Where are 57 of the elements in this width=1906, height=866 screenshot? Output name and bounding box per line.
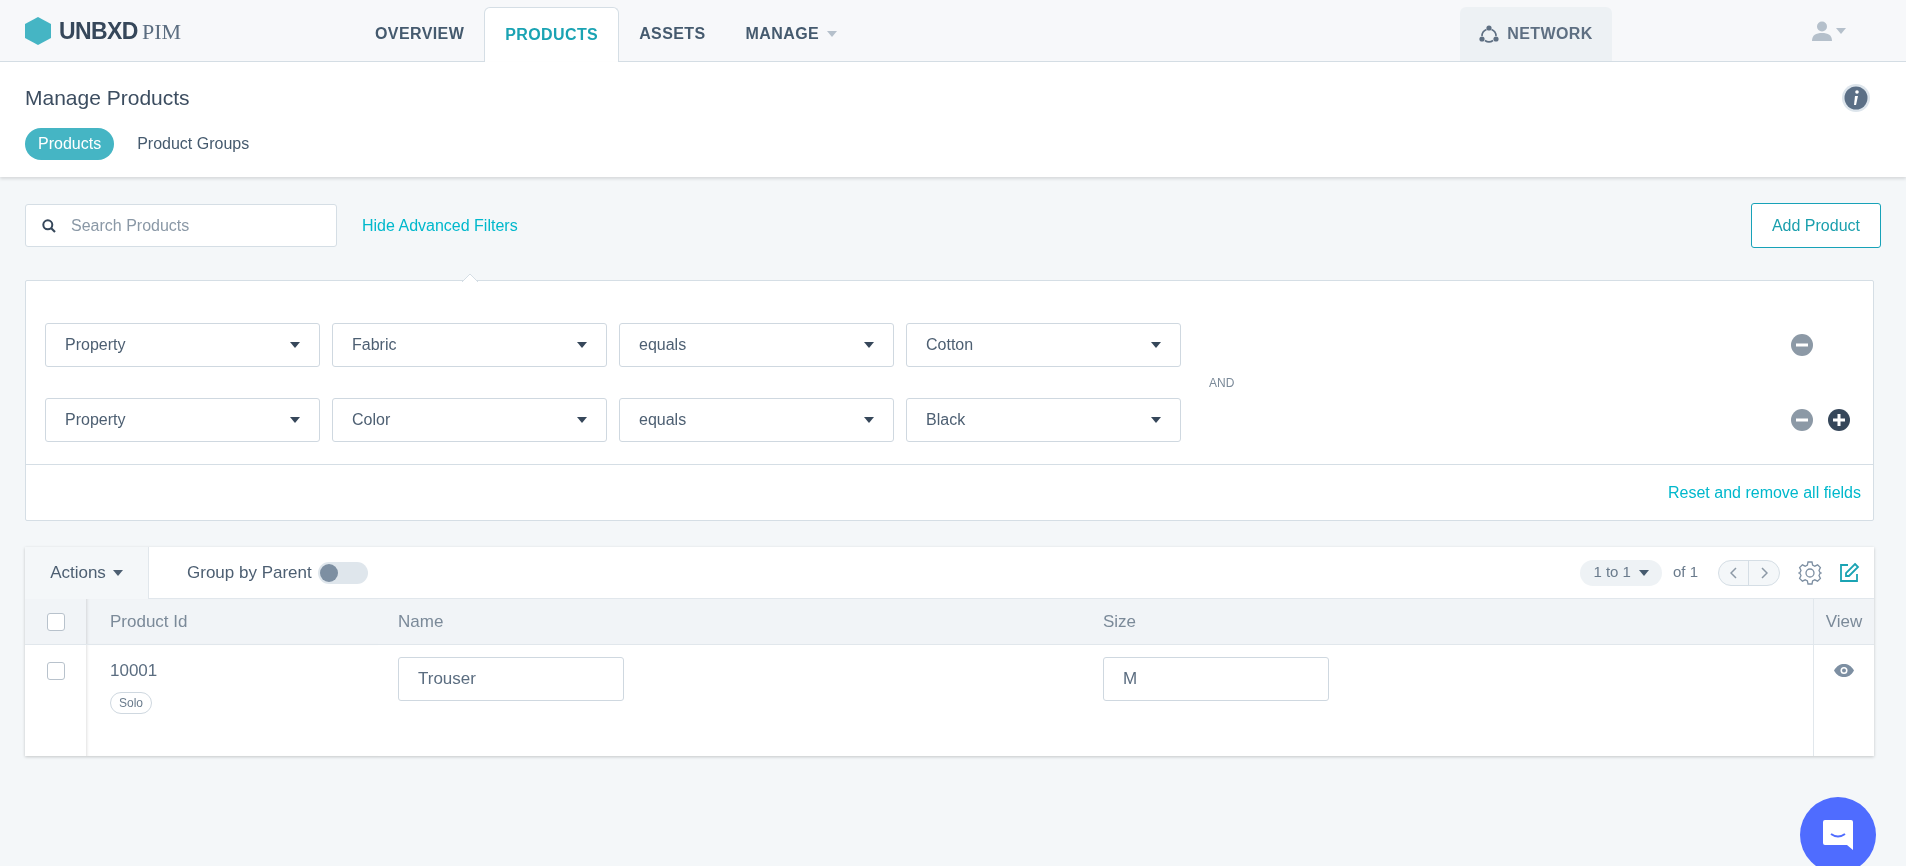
logo-text: UNBXD xyxy=(59,16,138,46)
chevron-left-icon xyxy=(1729,566,1738,579)
filter-select[interactable]: Color xyxy=(332,398,607,442)
filter-select[interactable]: Property xyxy=(45,398,320,442)
actions-dropdown[interactable]: Actions xyxy=(25,546,149,599)
filter-select[interactable]: Property xyxy=(45,323,320,367)
hexagon-logo-icon xyxy=(25,17,51,45)
eye-icon[interactable] xyxy=(1834,664,1854,677)
group-by-parent-label: Group by Parent xyxy=(187,561,312,584)
column-header: Size xyxy=(1103,610,1137,633)
search-icon xyxy=(42,219,56,233)
page-range-dropdown[interactable]: 1 to 1 xyxy=(1580,559,1662,586)
caret-icon xyxy=(290,342,300,348)
caret-icon xyxy=(1836,28,1846,34)
info-icon[interactable] xyxy=(1841,82,1871,113)
caret-icon xyxy=(864,417,874,423)
remove-icon[interactable] xyxy=(1791,409,1813,431)
network-icon xyxy=(1479,25,1500,43)
checkbox[interactable] xyxy=(46,662,65,680)
edit-icon[interactable] xyxy=(1838,561,1860,584)
caret-icon xyxy=(290,417,300,423)
network-tab[interactable]: NETWORK xyxy=(1460,7,1612,61)
checkbox[interactable] xyxy=(46,612,65,631)
page-total: of 1 xyxy=(1672,562,1698,583)
add-icon[interactable] xyxy=(1828,409,1850,431)
caret-icon xyxy=(864,342,874,348)
caret-icon xyxy=(577,417,587,423)
nav-tab[interactable]: OVERVIEW xyxy=(355,7,485,61)
chat-icon xyxy=(1821,818,1855,852)
column-header: View xyxy=(1825,610,1863,633)
filter-select[interactable]: Fabric xyxy=(332,323,607,367)
size-field[interactable]: M xyxy=(1103,657,1329,701)
group-by-parent-toggle[interactable] xyxy=(317,561,368,584)
user-icon xyxy=(1812,21,1832,41)
column-header: Name xyxy=(398,610,444,633)
caret-icon xyxy=(1151,342,1161,348)
product-id: 10001 xyxy=(110,660,158,682)
settings-icon[interactable] xyxy=(1798,560,1822,585)
page-title: Manage Products xyxy=(25,85,190,111)
filter-select[interactable]: Black xyxy=(906,398,1181,442)
filter-select[interactable]: equals xyxy=(619,323,894,367)
name-field[interactable]: Trouser xyxy=(398,657,624,701)
caret-icon xyxy=(1151,417,1161,423)
remove-icon[interactable] xyxy=(1791,334,1813,356)
filter-select[interactable]: Cotton xyxy=(906,323,1181,367)
chevron-right-icon xyxy=(1760,566,1768,579)
caret-icon xyxy=(577,342,587,348)
search-field[interactable]: Search Products xyxy=(25,204,337,247)
nav-tab[interactable]: ASSETS xyxy=(619,7,726,61)
caret-icon xyxy=(1638,569,1649,576)
nav-tab[interactable]: MANAGE xyxy=(725,7,858,61)
and-label: AND xyxy=(1209,374,1235,392)
sub-tab[interactable]: Product Groups xyxy=(124,127,263,160)
logo-product-text: PIM xyxy=(141,17,182,46)
filter-select[interactable]: equals xyxy=(619,398,894,442)
column-header: Product Id xyxy=(110,610,188,633)
caret-icon xyxy=(112,569,123,576)
